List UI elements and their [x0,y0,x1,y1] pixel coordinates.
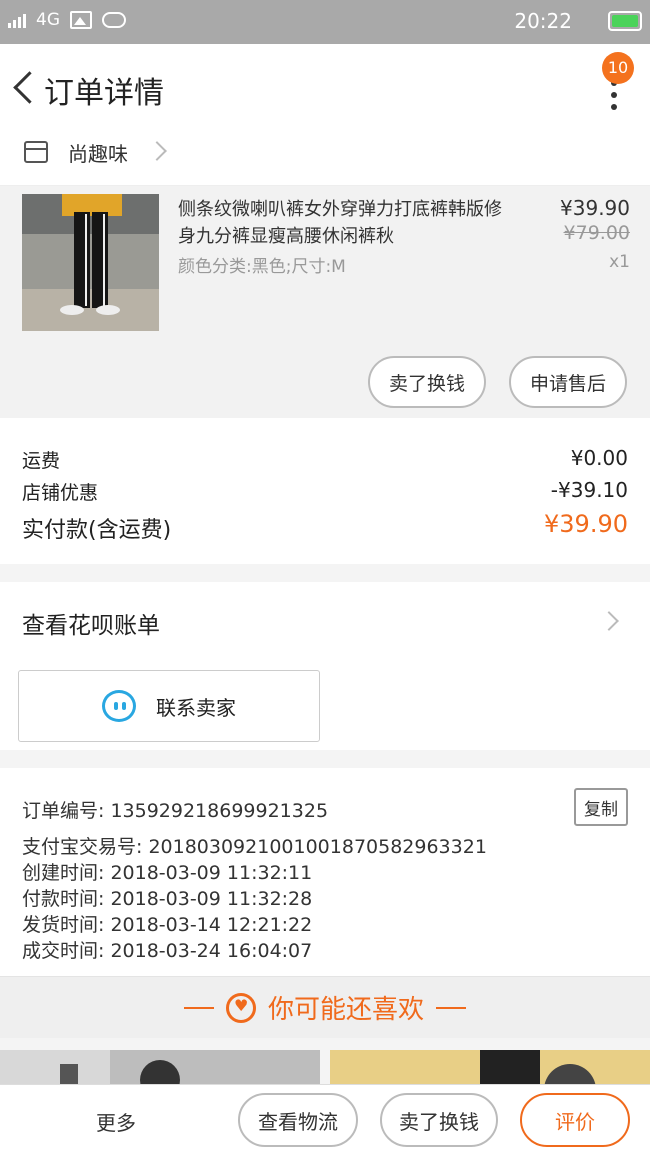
battery-icon [608,11,642,31]
more-button[interactable]: 更多 [96,1107,136,1136]
contact-seller-label: 联系卖家 [156,695,236,720]
page-title: 订单详情 [44,76,164,111]
total-value: ¥39.90 [544,510,628,538]
view-logistics-button[interactable]: 查看物流 [238,1093,358,1147]
product-price: ¥39.90 [560,196,630,220]
product-title[interactable]: 侧条纹微喇叭裤女外穿弹力打底裤韩版修身九分裤显瘦高腰休闲裤秋 [178,196,508,250]
product-quantity: x1 [609,252,630,272]
sell-exchange-button[interactable]: 卖了换钱 [368,356,486,408]
chat-icon [102,690,136,722]
completed-time: 成交时间: 2018-03-24 16:04:07 [22,940,313,962]
notification-badge: 10 [602,52,634,84]
review-button[interactable]: 评价 [520,1093,630,1147]
cloud-icon [102,12,126,28]
status-bar: 4G 20:22 [0,0,650,44]
network-type: 4G [36,10,60,30]
paid-time: 付款时间: 2018-03-09 11:32:28 [22,888,313,910]
huabei-bill-link[interactable]: 查看花呗账单 [22,606,160,640]
signal-icon [8,12,26,28]
fee-summary: 运费 ¥0.00 店铺优惠 -¥39.10 实付款(含运费) ¥39.90 [0,418,650,564]
clock: 20:22 [514,9,572,33]
back-arrow-icon[interactable] [12,70,36,104]
created-time: 创建时间: 2018-03-09 11:32:11 [22,862,313,884]
divider-right [436,1006,466,1009]
shipping-value: ¥0.00 [570,446,628,470]
sell-exchange-bottom-button[interactable]: 卖了换钱 [380,1093,498,1147]
discount-label: 店铺优惠 [22,482,99,504]
total-label: 实付款(含运费) [22,518,172,543]
product-sku: 颜色分类:黑色;尺寸:M [178,257,346,277]
recommend-title: 你可能还喜欢 [267,995,424,1025]
discount-value: -¥39.10 [550,478,628,502]
recommend-header: 你可能还喜欢 [0,976,650,1038]
after-sales-button[interactable]: 申请售后 [509,356,627,408]
more-options-icon[interactable] [608,80,620,110]
copy-button[interactable]: 复制 [574,788,628,826]
divider-left [183,1006,214,1009]
chevron-right-icon [147,141,167,161]
shop-name[interactable]: 尚趣味 [68,138,128,167]
alipay-trade-number: 支付宝交易号: 2018030921001001870582963321 [22,836,487,858]
shipping-label: 运费 [22,450,61,472]
product-image[interactable] [22,194,159,331]
page-header: 订单详情 10 [0,44,650,130]
huabei-section: 查看花呗账单 联系卖家 [0,582,650,750]
shipped-time: 发货时间: 2018-03-14 12:21:22 [22,914,313,936]
product-card[interactable]: 侧条纹微喇叭裤女外穿弹力打底裤韩版修身九分裤显瘦高腰休闲裤秋 颜色分类:黑色;尺… [0,186,650,418]
heart-icon [225,992,256,1023]
product-original-price: ¥79.00 [563,222,630,244]
bottom-action-bar: 更多 查看物流 卖了换钱 评价 [0,1084,650,1155]
shop-row[interactable]: 尚趣味 [0,130,650,186]
store-icon [24,141,48,163]
chevron-right-icon [599,611,619,631]
order-info: 订单编号: 135929218699921325 复制 支付宝交易号: 2018… [0,768,650,976]
contact-seller-button[interactable]: 联系卖家 [18,670,320,742]
image-icon [70,11,92,29]
order-number: 订单编号: 135929218699921325 [22,800,329,822]
